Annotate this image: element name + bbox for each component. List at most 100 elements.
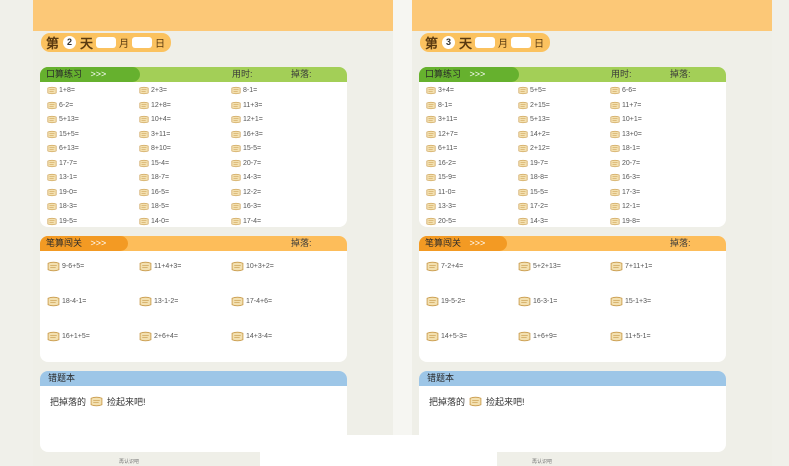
written-problem[interactable]: 10+3+2= bbox=[231, 261, 274, 272]
written-problem[interactable]: 11+5-1= bbox=[610, 331, 651, 342]
oral-problem[interactable]: 2+12= bbox=[518, 143, 550, 154]
written-problem[interactable]: 5+2+13= bbox=[518, 261, 561, 272]
oral-problem[interactable]: 5+13= bbox=[518, 114, 550, 125]
oral-problem[interactable]: 16-2= bbox=[426, 158, 456, 169]
oral-problem[interactable]: 14-3= bbox=[518, 216, 548, 227]
oral-problem[interactable]: 17-7= bbox=[47, 158, 77, 169]
oral-problem[interactable]: 14+2= bbox=[518, 129, 550, 140]
scroll-icon bbox=[518, 331, 531, 342]
oral-problem[interactable]: 12-1= bbox=[610, 201, 640, 212]
date-blank[interactable] bbox=[132, 37, 153, 48]
oral-problem[interactable]: 8-1= bbox=[231, 85, 257, 96]
scroll-icon bbox=[518, 202, 528, 211]
scroll-icon bbox=[518, 188, 528, 197]
written-problem[interactable]: 9-6+5= bbox=[47, 261, 84, 272]
oral-problem[interactable]: 1+8= bbox=[47, 85, 75, 96]
written-problem[interactable]: 7+11+1= bbox=[610, 261, 652, 272]
oral-problem[interactable]: 2+15= bbox=[518, 100, 550, 111]
oral-problem[interactable]: 6-2= bbox=[47, 100, 73, 111]
scroll-icon bbox=[518, 101, 528, 110]
oral-problem[interactable]: 19-7= bbox=[518, 158, 548, 169]
oral-problem[interactable]: 14-0= bbox=[139, 216, 169, 227]
scroll-icon bbox=[139, 101, 149, 110]
oral-problem[interactable]: 8+10= bbox=[139, 143, 171, 154]
oral-problem[interactable]: 20-5= bbox=[426, 216, 456, 227]
oral-problem[interactable]: 13-3= bbox=[426, 201, 456, 212]
oral-problem[interactable]: 18-8= bbox=[518, 172, 548, 183]
oral-problem-text: 11+7= bbox=[622, 101, 642, 109]
oral-problem[interactable]: 19-8= bbox=[610, 216, 640, 227]
oral-problem[interactable]: 20-7= bbox=[610, 158, 640, 169]
written-problem[interactable]: 14+3-4= bbox=[231, 331, 272, 342]
oral-problem[interactable]: 15+5= bbox=[47, 129, 79, 140]
scroll-icon bbox=[610, 188, 620, 197]
month-blank[interactable] bbox=[96, 37, 117, 48]
oral-problem[interactable]: 15-9= bbox=[426, 172, 456, 183]
written-problem[interactable]: 13-1-2= bbox=[139, 296, 178, 307]
oral-problem[interactable]: 13-1= bbox=[47, 172, 77, 183]
oral-problem[interactable]: 16+3= bbox=[231, 129, 263, 140]
oral-problem[interactable]: 6-6= bbox=[610, 85, 636, 96]
oral-problem-text: 20-7= bbox=[622, 159, 641, 167]
oral-problem[interactable]: 12-2= bbox=[231, 187, 261, 198]
oral-problem[interactable]: 18-5= bbox=[139, 201, 169, 212]
oral-problem[interactable]: 5+13= bbox=[47, 114, 79, 125]
month-blank[interactable] bbox=[475, 37, 496, 48]
oral-problem[interactable]: 17-3= bbox=[610, 187, 640, 198]
written-problem[interactable]: 14+5-3= bbox=[426, 331, 467, 342]
scroll-icon bbox=[518, 159, 528, 168]
oral-problem[interactable]: 19-0= bbox=[47, 187, 77, 198]
written-problem[interactable]: 16-3-1= bbox=[518, 296, 557, 307]
oral-problem-text: 16-5= bbox=[151, 188, 170, 196]
scroll-icon bbox=[231, 331, 244, 342]
written-problem[interactable]: 16+1+5= bbox=[47, 331, 90, 342]
oral-problem[interactable]: 15-5= bbox=[231, 143, 261, 154]
oral-problem[interactable]: 18-7= bbox=[139, 172, 169, 183]
oral-problem[interactable]: 17-4= bbox=[231, 216, 261, 227]
date-blank[interactable] bbox=[511, 37, 532, 48]
written-problem[interactable]: 18-4-1= bbox=[47, 296, 86, 307]
oral-problem[interactable]: 2+3= bbox=[139, 85, 167, 96]
written-problem-text: 18-4-1= bbox=[62, 298, 87, 305]
oral-problem-text: 1+8= bbox=[59, 87, 75, 94]
oral-problem[interactable]: 18-3= bbox=[47, 201, 77, 212]
wrong-prompt-post: 捡起来吧! bbox=[107, 397, 146, 407]
oral-problem[interactable]: 10+1= bbox=[610, 114, 642, 125]
written-problem[interactable]: 19-5-2= bbox=[426, 296, 465, 307]
oral-practice-header: 口算练习 >>> 用时: 掉落: bbox=[40, 67, 347, 82]
oral-problem[interactable]: 16-3= bbox=[231, 201, 261, 212]
oral-problem[interactable]: 12+8= bbox=[139, 100, 171, 111]
oral-problem[interactable]: 3+11= bbox=[426, 114, 457, 125]
oral-problem[interactable]: 19-5= bbox=[47, 216, 77, 227]
oral-problem[interactable]: 10+4= bbox=[139, 114, 171, 125]
written-problem[interactable]: 11+4+3= bbox=[139, 261, 181, 272]
oral-problem[interactable]: 14-3= bbox=[231, 172, 261, 183]
oral-problem[interactable]: 15-5= bbox=[518, 187, 548, 198]
oral-problem[interactable]: 20-7= bbox=[231, 158, 261, 169]
oral-problem[interactable]: 17-2= bbox=[518, 201, 548, 212]
oral-problem[interactable]: 6+11= bbox=[426, 143, 457, 154]
oral-problem-text: 13-3= bbox=[438, 203, 457, 210]
oral-problem[interactable]: 8-1= bbox=[426, 100, 452, 111]
written-problem[interactable]: 15-1+3= bbox=[610, 296, 651, 307]
written-problem[interactable]: 2+6+4= bbox=[139, 331, 178, 342]
oral-problem[interactable]: 16-5= bbox=[139, 187, 169, 198]
oral-problem-text: 3+4= bbox=[438, 87, 454, 94]
oral-problem[interactable]: 13+0= bbox=[610, 129, 642, 140]
oral-problem[interactable]: 3+11= bbox=[139, 129, 170, 140]
written-problem[interactable]: 1+6+9= bbox=[518, 331, 557, 342]
oral-problem[interactable]: 18-1= bbox=[610, 143, 640, 154]
oral-problem[interactable]: 3+4= bbox=[426, 85, 454, 96]
written-problem[interactable]: 17-4+6= bbox=[231, 296, 272, 307]
oral-problem[interactable]: 11+7= bbox=[610, 100, 641, 111]
oral-problem[interactable]: 5+5= bbox=[518, 85, 546, 96]
oral-problem[interactable]: 12+1= bbox=[231, 114, 263, 125]
oral-problem[interactable]: 16-3= bbox=[610, 172, 640, 183]
written-problem[interactable]: 7-2+4= bbox=[426, 261, 463, 272]
oral-problem[interactable]: 12+7= bbox=[426, 129, 458, 140]
oral-problem[interactable]: 11-0= bbox=[426, 187, 456, 198]
oral-problem-text: 19-0= bbox=[59, 188, 78, 196]
oral-problem[interactable]: 11+3= bbox=[231, 100, 262, 111]
oral-problem[interactable]: 6+13= bbox=[47, 143, 79, 154]
oral-problem[interactable]: 15-4= bbox=[139, 158, 169, 169]
